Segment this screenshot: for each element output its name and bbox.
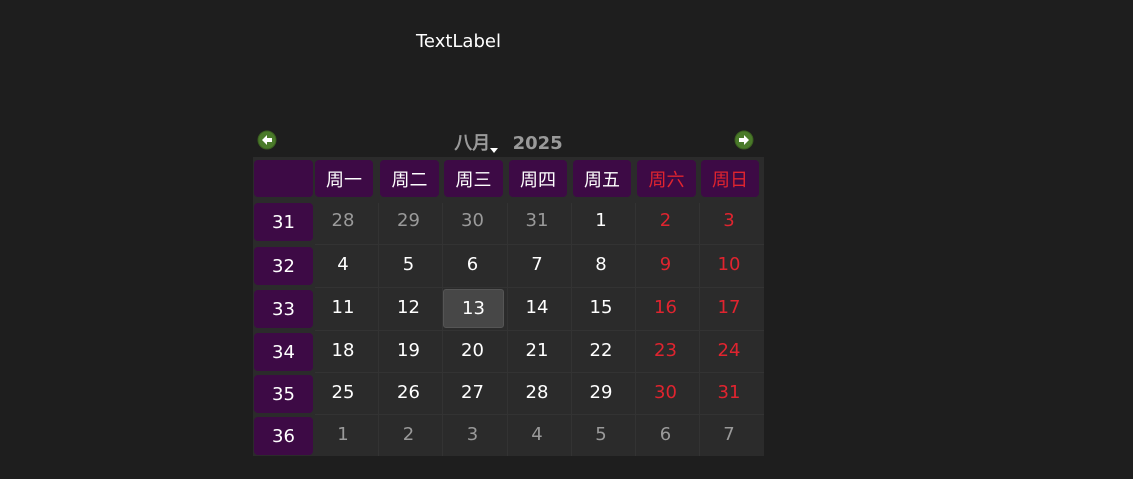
calendar-day[interactable]: 19 <box>378 331 439 370</box>
calendar-day[interactable]: 2 <box>635 201 696 240</box>
dropdown-arrow-icon <box>490 148 499 153</box>
weekday-header: 周三 <box>444 160 503 197</box>
calendar-grid: 周一 周二 周三 周四 周五 周六 周日 31 28 29 30 31 1 2 3 32 4 5 6 7 8 9 10 33 1… <box>253 157 764 456</box>
calendar-day[interactable]: 29 <box>378 201 439 240</box>
calendar-day[interactable]: 18 <box>313 331 373 370</box>
calendar-day[interactable]: 25 <box>313 373 373 412</box>
calendar-day[interactable]: 21 <box>507 331 567 370</box>
arrow-right-circle-icon <box>734 130 754 150</box>
calendar-day[interactable]: 30 <box>442 201 503 240</box>
calendar-day[interactable]: 14 <box>507 288 567 327</box>
calendar-day[interactable]: 27 <box>442 373 503 412</box>
calendar-day[interactable]: 6 <box>442 245 503 284</box>
week-number: 32 <box>254 247 313 285</box>
week-number: 36 <box>254 417 313 455</box>
weekday-header: 周五 <box>573 160 631 197</box>
week-number: 35 <box>254 375 313 413</box>
calendar-day[interactable]: 30 <box>635 373 696 412</box>
calendar-day[interactable]: 1 <box>571 201 631 240</box>
calendar-day[interactable]: 1 <box>313 415 373 454</box>
week-number-header <box>254 160 313 197</box>
year-button[interactable]: 2025 <box>513 133 563 154</box>
calendar-day[interactable]: 11 <box>313 288 373 327</box>
calendar-day[interactable]: 26 <box>378 373 439 412</box>
calendar-day[interactable]: 31 <box>699 373 759 412</box>
calendar-day[interactable]: 16 <box>635 288 696 327</box>
calendar-widget: 八月 2025 周一 周二 周三 周四 周五 周六 周日 31 28 29 30 31 1 2 3 32 4 5 6… <box>253 125 764 456</box>
text-label: TextLabel <box>416 31 501 52</box>
month-dropdown-button[interactable]: 八月 <box>454 129 499 155</box>
calendar-day[interactable]: 4 <box>507 415 567 454</box>
calendar-day[interactable]: 24 <box>699 331 759 370</box>
weekday-header: 周日 <box>701 160 759 197</box>
weekday-header: 周四 <box>509 160 567 197</box>
calendar-day[interactable]: 10 <box>699 245 759 284</box>
calendar-day[interactable]: 3 <box>442 415 503 454</box>
week-number: 31 <box>254 203 313 241</box>
week-number: 33 <box>254 290 313 328</box>
calendar-day-selected[interactable]: 13 <box>443 289 504 328</box>
calendar-day[interactable]: 15 <box>571 288 631 327</box>
calendar-day[interactable]: 23 <box>635 331 696 370</box>
calendar-day[interactable]: 4 <box>313 245 373 284</box>
calendar-day[interactable]: 2 <box>378 415 439 454</box>
calendar-day[interactable]: 31 <box>507 201 567 240</box>
calendar-day[interactable]: 20 <box>442 331 503 370</box>
month-year-display: 八月 2025 <box>253 129 764 155</box>
calendar-day[interactable]: 3 <box>699 201 759 240</box>
calendar-day[interactable]: 12 <box>378 288 439 327</box>
calendar-day[interactable]: 22 <box>571 331 631 370</box>
calendar-day[interactable]: 5 <box>378 245 439 284</box>
calendar-day[interactable]: 17 <box>699 288 759 327</box>
weekday-header: 周六 <box>637 160 696 197</box>
calendar-day[interactable]: 28 <box>507 373 567 412</box>
week-number: 34 <box>254 333 313 371</box>
weekday-header: 周二 <box>380 160 439 197</box>
calendar-day[interactable]: 9 <box>635 245 696 284</box>
calendar-nav-bar: 八月 2025 <box>253 125 764 157</box>
calendar-day[interactable]: 6 <box>635 415 696 454</box>
calendar-day[interactable]: 29 <box>571 373 631 412</box>
calendar-day[interactable]: 7 <box>507 245 567 284</box>
weekday-header: 周一 <box>315 160 373 197</box>
month-label: 八月 <box>454 133 491 154</box>
next-month-button[interactable] <box>734 130 754 150</box>
calendar-day[interactable]: 8 <box>571 245 631 284</box>
calendar-day[interactable]: 7 <box>699 415 759 454</box>
calendar-day[interactable]: 28 <box>313 201 373 240</box>
calendar-day[interactable]: 5 <box>571 415 631 454</box>
